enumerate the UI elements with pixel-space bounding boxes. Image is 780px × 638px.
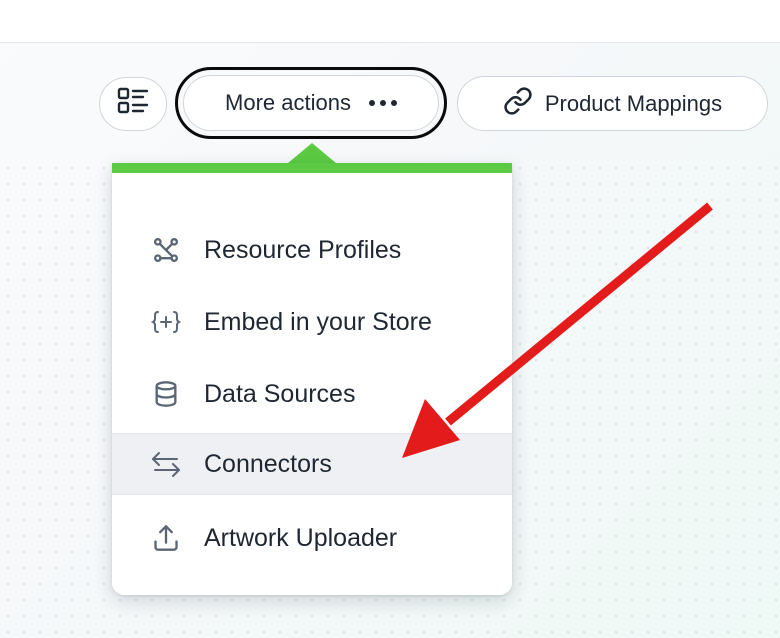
menu-item-label: Resource Profiles xyxy=(204,235,402,264)
product-mappings-button[interactable]: Product Mappings xyxy=(457,76,768,131)
menu-item-label: Connectors xyxy=(204,449,332,478)
menu-item-label: Artwork Uploader xyxy=(204,523,398,552)
menu-item-label: Embed in your Store xyxy=(204,307,432,336)
swap-arrows-icon xyxy=(150,448,182,480)
menu-item-connectors[interactable]: Connectors xyxy=(112,433,512,495)
view-toggle-button[interactable] xyxy=(99,77,167,131)
upload-icon xyxy=(150,522,182,554)
link-icon xyxy=(503,86,533,122)
database-icon xyxy=(150,378,182,410)
menu-item-resource-profiles[interactable]: Resource Profiles xyxy=(112,219,512,281)
embed-code-icon xyxy=(150,306,182,338)
menu-item-label: Data Sources xyxy=(204,379,356,408)
menu-item-artwork-uploader[interactable]: Artwork Uploader xyxy=(112,507,512,569)
more-actions-menu: Resource Profiles Embed in your Store Da… xyxy=(112,163,512,595)
menu-item-data-sources[interactable]: Data Sources xyxy=(112,363,512,425)
menu-item-embed-in-your-store[interactable]: Embed in your Store xyxy=(112,291,512,353)
more-actions-button[interactable]: More actions xyxy=(183,75,439,131)
list-view-icon xyxy=(117,87,149,121)
more-actions-label: More actions xyxy=(225,90,351,115)
ellipsis-icon xyxy=(368,100,397,106)
graph-nodes-icon xyxy=(150,234,182,266)
product-mappings-label: Product Mappings xyxy=(544,90,723,116)
menu-caret xyxy=(288,143,336,163)
top-bar xyxy=(0,0,780,43)
